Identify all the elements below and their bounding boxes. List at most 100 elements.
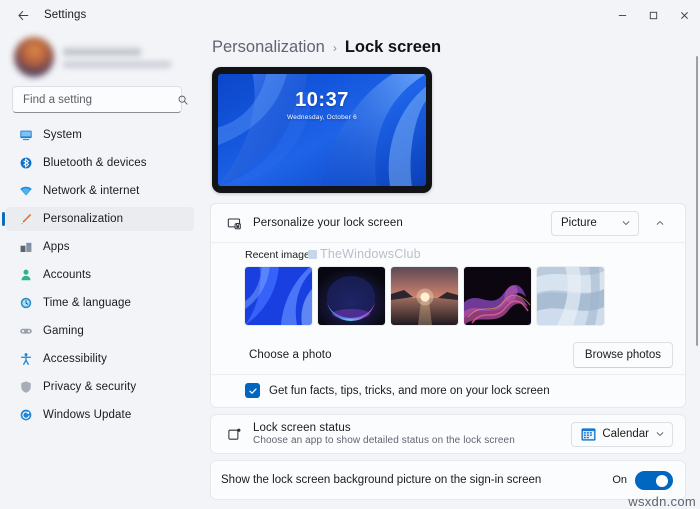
choose-photo-text: Choose a photo bbox=[223, 349, 573, 361]
sidebar-item-apps[interactable]: Apps bbox=[6, 235, 194, 259]
maximize-icon bbox=[649, 11, 658, 19]
lock-screen-status-row[interactable]: Lock screen status Choose an app to show… bbox=[211, 415, 685, 453]
lock-screen-preview: 10:37 Wednesday, October 6 bbox=[212, 67, 432, 193]
breadcrumb-parent[interactable]: Personalization bbox=[212, 38, 325, 57]
preview-clock: 10:37 Wednesday, October 6 bbox=[218, 90, 426, 121]
bluetooth-icon bbox=[18, 156, 33, 171]
sidebar-item-accounts[interactable]: Accounts bbox=[6, 263, 194, 287]
main-scrollbar[interactable] bbox=[696, 56, 698, 346]
signin-background-label: Show the lock screen background picture … bbox=[221, 474, 542, 486]
signin-background-toggle[interactable] bbox=[635, 470, 673, 490]
clock-icon bbox=[18, 296, 33, 311]
personalize-row[interactable]: Personalize your lock screen Picture bbox=[211, 204, 685, 242]
preview-date: Wednesday, October 6 bbox=[287, 114, 357, 121]
thumbnail-purple-swirl-wallpaper[interactable] bbox=[464, 267, 531, 325]
sidebar-item-system[interactable]: System bbox=[6, 123, 194, 147]
sidebar-item-label: Privacy & security bbox=[43, 381, 137, 393]
thumbnail-light-blue-flow-wallpaper[interactable] bbox=[537, 267, 604, 325]
paintbrush-icon bbox=[18, 212, 33, 227]
app-title: Settings bbox=[44, 9, 87, 21]
minimize-button[interactable] bbox=[607, 0, 638, 30]
calendar-icon bbox=[581, 427, 596, 442]
search-input[interactable] bbox=[23, 93, 177, 106]
fun-facts-row[interactable]: Get fun facts, tips, tricks, and more on… bbox=[211, 374, 685, 407]
choose-photo-controls: Browse photos bbox=[572, 342, 673, 368]
chevron-down-icon bbox=[622, 221, 630, 225]
fun-facts-label: Get fun facts, tips, tricks, and more on… bbox=[269, 384, 550, 397]
search-container bbox=[0, 86, 194, 123]
personalize-title: Personalize your lock screen bbox=[253, 217, 403, 229]
signin-background-card: Show the lock screen background picture … bbox=[210, 460, 686, 500]
browse-photos-button[interactable]: Browse photos bbox=[572, 342, 673, 368]
sidebar-item-label: Personalization bbox=[43, 213, 124, 225]
main-content: Personalization › Lock screen 10:37 Wedn… bbox=[200, 30, 700, 509]
personalize-type-dropdown[interactable]: Picture bbox=[551, 210, 639, 236]
status-app-dropdown[interactable]: Calendar bbox=[571, 421, 673, 447]
sidebar-item-label: Windows Update bbox=[43, 409, 132, 421]
maximize-button[interactable] bbox=[638, 0, 669, 30]
personalize-text: Personalize your lock screen bbox=[245, 217, 551, 229]
sidebar-item-bluetooth-devices[interactable]: Bluetooth & devices bbox=[6, 151, 194, 175]
settings-cards: Personalize your lock screen Picture Rec… bbox=[210, 203, 686, 500]
toggle-knob bbox=[656, 474, 668, 487]
back-button[interactable] bbox=[8, 2, 38, 28]
preview-time: 10:37 bbox=[295, 89, 349, 111]
personalize-controls: Picture bbox=[551, 210, 673, 236]
account-text-blurred bbox=[63, 46, 171, 68]
sidebar-item-windows-update[interactable]: Windows Update bbox=[6, 403, 194, 427]
thumbnail-dark-glow-arc-wallpaper[interactable] bbox=[318, 267, 385, 325]
wifi-icon bbox=[18, 184, 33, 199]
status-tile-icon bbox=[223, 427, 245, 442]
search-icon bbox=[178, 95, 188, 105]
lock-screen-status-card: Lock screen status Choose an app to show… bbox=[210, 414, 686, 454]
update-icon bbox=[18, 408, 33, 423]
checkmark-icon bbox=[248, 387, 257, 394]
dropdown-value: Calendar bbox=[602, 428, 649, 440]
sidebar-item-label: Network & internet bbox=[43, 185, 140, 197]
title-bar: Settings bbox=[0, 0, 700, 30]
sidebar-item-label: Gaming bbox=[43, 325, 84, 337]
chevron-down-icon bbox=[656, 432, 664, 436]
chevron-up-icon bbox=[656, 221, 664, 225]
gamepad-icon bbox=[18, 324, 33, 339]
sidebar-item-label: Apps bbox=[43, 241, 70, 253]
lock-screen-status-title: Lock screen status bbox=[253, 422, 351, 434]
account-card[interactable] bbox=[0, 30, 194, 86]
accessibility-icon bbox=[18, 352, 33, 367]
apps-icon bbox=[18, 240, 33, 255]
sidebar-item-privacy-security[interactable]: Privacy & security bbox=[6, 375, 194, 399]
dropdown-value: Picture bbox=[561, 217, 597, 229]
sidebar-nav: System Bluetooth & devices Network & int… bbox=[0, 123, 194, 509]
sidebar-item-personalization[interactable]: Personalization bbox=[2, 207, 194, 231]
settings-window: Settings Find a setting System Bluetooth… bbox=[0, 0, 700, 509]
sidebar-item-label: Accessibility bbox=[43, 353, 107, 365]
search-box[interactable] bbox=[12, 86, 188, 113]
lock-screen-status-subtitle: Choose an app to show detailed status on… bbox=[253, 435, 515, 446]
recent-images-label: Recent images bbox=[245, 249, 316, 261]
sidebar-item-gaming[interactable]: Gaming bbox=[6, 319, 194, 343]
recent-images-thumbnails bbox=[245, 267, 673, 325]
thumbnail-sunset-lake-wallpaper[interactable] bbox=[391, 267, 458, 325]
sidebar-item-label: Time & language bbox=[43, 297, 132, 309]
sidebar: System Bluetooth & devices Network & int… bbox=[0, 30, 200, 509]
sidebar-item-accessibility[interactable]: Accessibility bbox=[6, 347, 194, 371]
sidebar-item-label: Accounts bbox=[43, 269, 92, 281]
shield-icon bbox=[18, 380, 33, 395]
monitor-icon bbox=[18, 128, 33, 143]
signin-background-state: On bbox=[612, 474, 627, 486]
back-arrow-icon bbox=[17, 10, 28, 20]
minimize-icon bbox=[618, 14, 627, 16]
thumbnail-blue-bloom-wallpaper[interactable] bbox=[245, 267, 312, 325]
sidebar-item-label: Bluetooth & devices bbox=[43, 157, 147, 169]
sidebar-item-time-language[interactable]: Time & language bbox=[6, 291, 194, 315]
personalize-expander-button[interactable] bbox=[647, 210, 673, 236]
sidebar-item-label: System bbox=[43, 129, 82, 141]
preview-wallpaper: 10:37 Wednesday, October 6 bbox=[218, 74, 426, 186]
fun-facts-checkbox[interactable] bbox=[245, 383, 260, 398]
choose-photo-row: Choose a photo Browse photos bbox=[211, 336, 685, 374]
sidebar-item-network-internet[interactable]: Network & internet bbox=[6, 179, 194, 203]
close-button[interactable] bbox=[669, 0, 700, 30]
window-controls bbox=[607, 0, 700, 30]
lock-screen-status-text: Lock screen status Choose an app to show… bbox=[245, 422, 571, 446]
avatar bbox=[14, 37, 54, 77]
